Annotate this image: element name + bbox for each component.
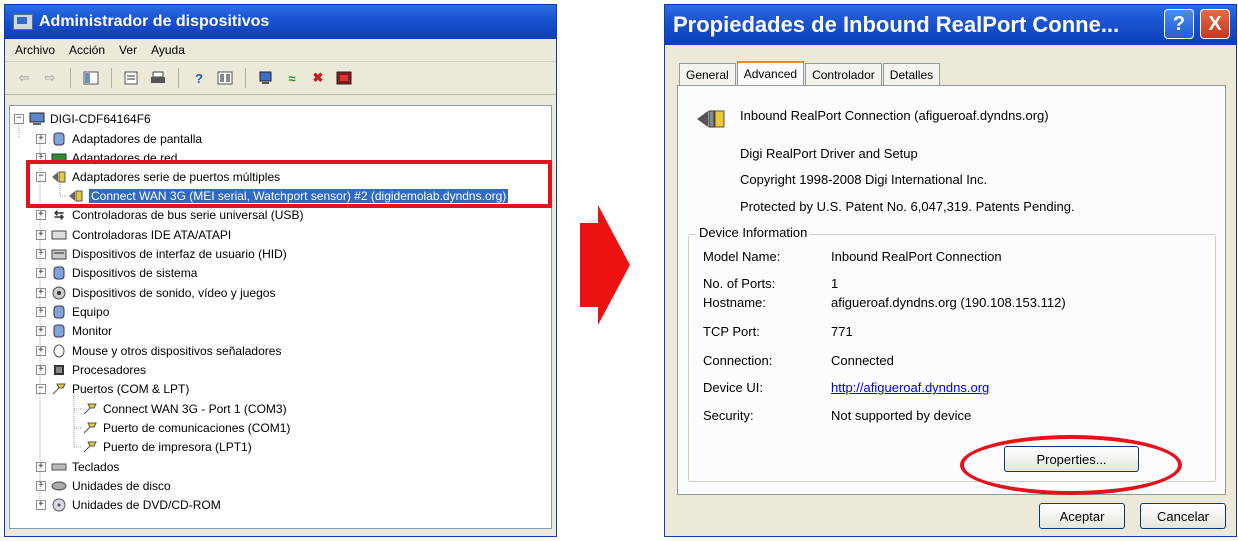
device-manager-title: Administrador de dispositivos xyxy=(39,13,270,30)
tab-detalles[interactable]: Detalles xyxy=(882,63,941,87)
toolbar-separator xyxy=(178,68,179,88)
device-manager-icon xyxy=(13,14,33,30)
tree-item-label: Puerto de comunicaciones (COM1) xyxy=(103,421,291,435)
scan-hardware-icon[interactable] xyxy=(257,70,275,86)
print-icon[interactable] xyxy=(149,70,167,86)
toolbar-separator xyxy=(70,68,71,88)
device-name: Inbound RealPort Connection (afigueroaf.… xyxy=(740,108,1049,123)
info-label: TCP Port: xyxy=(703,324,760,339)
tree-item-selected[interactable]: Connect WAN 3G (MEI serial, Watchport se… xyxy=(68,187,509,205)
copyright-text: Copyright 1998-2008 Digi International I… xyxy=(740,172,988,187)
properties-titlebar[interactable]: Propiedades de Inbound RealPort Conne...… xyxy=(665,5,1236,45)
red-arrow-icon xyxy=(580,205,630,325)
tree-item-label: Connect WAN 3G (MEI serial, Watchport se… xyxy=(89,189,509,203)
tree-lines xyxy=(18,124,82,506)
tab-controlador[interactable]: Controlador xyxy=(805,63,882,87)
info-label: Device UI: xyxy=(703,380,763,395)
ok-button[interactable]: Aceptar xyxy=(1039,503,1125,529)
info-value: Not supported by device xyxy=(831,408,972,423)
tree-item-label: Connect WAN 3G - Port 1 (COM3) xyxy=(103,402,287,416)
menu-archivo[interactable]: Archivo xyxy=(15,43,55,57)
info-value: 771 xyxy=(831,324,853,339)
toolbar-separator xyxy=(111,68,112,88)
device-manager-window: Administrador de dispositivos Archivo Ac… xyxy=(4,4,557,537)
menu-accion[interactable]: Acción xyxy=(69,43,105,57)
info-label: Hostname: xyxy=(703,295,766,310)
patent-text: Protected by U.S. Patent No. 6,047,319. … xyxy=(740,199,1075,214)
info-label: Security: xyxy=(703,408,754,423)
info-label: Connection: xyxy=(703,353,773,368)
close-button[interactable]: X xyxy=(1200,9,1230,39)
properties-title: Propiedades de Inbound RealPort Conne... xyxy=(673,12,1120,37)
tab-general[interactable]: General xyxy=(679,63,736,87)
menu-ver[interactable]: Ver xyxy=(119,43,137,57)
toolbar-separator xyxy=(245,68,246,88)
serial-connector-icon xyxy=(696,108,726,135)
tab-advanced[interactable]: Advanced xyxy=(736,61,805,87)
back-arrow-icon[interactable]: ⇦ xyxy=(15,70,33,86)
properties-dialog: Propiedades de Inbound RealPort Conne...… xyxy=(664,4,1237,537)
cancel-button[interactable]: Cancelar xyxy=(1140,503,1226,529)
console-tree-icon[interactable] xyxy=(82,70,100,86)
device-manager-titlebar[interactable]: Administrador de dispositivos xyxy=(5,5,556,39)
disable-icon[interactable] xyxy=(335,70,353,86)
group-title: Device Information xyxy=(696,225,811,240)
properties-icon[interactable] xyxy=(123,70,141,86)
menu-bar: Archivo Acción Ver Ayuda xyxy=(5,39,556,62)
advanced-tab-panel: Inbound RealPort Connection (afigueroaf.… xyxy=(677,85,1226,495)
device-tree[interactable]: − DIGI-CDF64164F6 + Adaptadores de panta… xyxy=(9,105,552,529)
properties-button[interactable]: Properties... xyxy=(1004,446,1139,472)
forward-arrow-icon[interactable]: ⇨ xyxy=(41,70,59,86)
driver-text: Digi RealPort Driver and Setup xyxy=(740,146,918,161)
menu-ayuda[interactable]: Ayuda xyxy=(151,43,185,57)
help-button[interactable]: ? xyxy=(1164,9,1194,39)
device-ui-link[interactable]: http://afigueroaf.dyndns.org xyxy=(831,380,989,395)
info-value: Inbound RealPort Connection xyxy=(831,249,1002,264)
info-label: Model Name: xyxy=(703,249,781,264)
toolbar: ⇦ ⇨ ? ≈ ✖ xyxy=(5,62,556,95)
help-icon[interactable]: ? xyxy=(190,70,208,86)
info-value: Connected xyxy=(831,353,894,368)
info-value: 1 xyxy=(831,276,839,291)
update-driver-icon[interactable]: ≈ xyxy=(283,70,301,86)
view-icon[interactable] xyxy=(216,70,234,86)
tab-strip: General Advanced Controlador Detalles xyxy=(679,61,941,87)
uninstall-icon[interactable]: ✖ xyxy=(309,70,327,86)
info-value: afigueroaf.dyndns.org (190.108.153.112) xyxy=(831,295,1066,310)
info-label: No. of Ports: xyxy=(703,276,776,291)
